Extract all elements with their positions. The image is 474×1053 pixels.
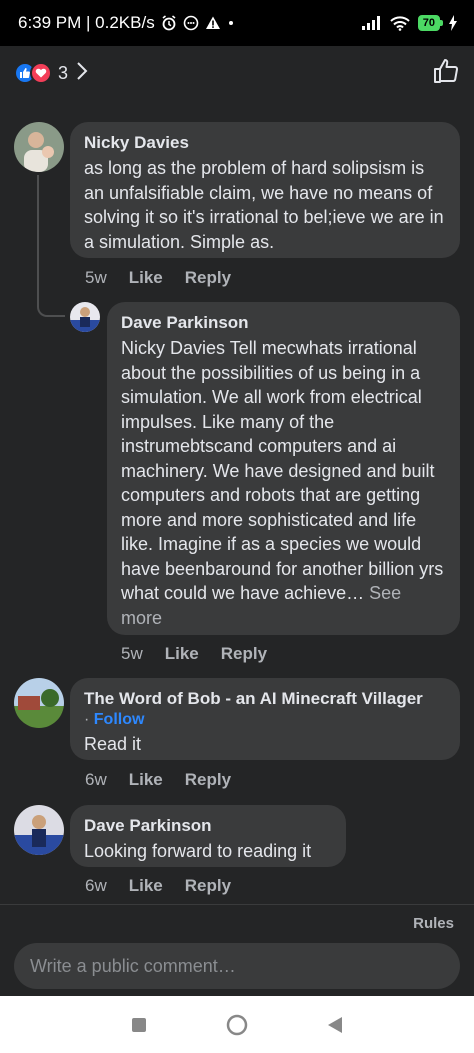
status-bar: 6:39 PM | 0.2KB/s 70 [0, 0, 474, 46]
alarm-icon [161, 15, 177, 31]
follow-separator: · [84, 711, 90, 728]
comment-bubble: Dave Parkinson Looking forward to readin… [70, 805, 346, 867]
back-button[interactable] [315, 1005, 355, 1045]
comment-text-body: Nicky Davies Tell mecwhats irrational ab… [121, 338, 444, 603]
avatar[interactable] [14, 678, 64, 728]
comment-text: as long as the problem of hard solipsism… [84, 158, 444, 252]
comment-actions: 5w Like Reply [85, 268, 231, 288]
reply-button[interactable]: Reply [185, 876, 231, 896]
reply-connector [37, 175, 65, 317]
comment-text: Looking forward to reading it [84, 841, 312, 861]
home-button[interactable] [217, 1005, 257, 1045]
recents-button[interactable] [119, 1005, 159, 1045]
comment-bubble: The Word of Bob - an AI Minecraft Villag… [70, 678, 460, 760]
comment-author[interactable]: Dave Parkinson [84, 815, 332, 837]
divider [0, 904, 474, 905]
avatar[interactable] [14, 805, 64, 855]
comment-input[interactable] [14, 943, 460, 989]
signal-icon [361, 16, 382, 30]
follow-line: · Follow [84, 710, 446, 730]
messenger-icon [183, 15, 199, 31]
comment-actions: 5w Like Reply [121, 644, 267, 664]
like-button[interactable]: Like [129, 268, 163, 288]
comment-time: 6w [85, 770, 107, 789]
system-nav-bar [0, 996, 474, 1053]
comment-author[interactable]: Dave Parkinson [121, 312, 446, 334]
comment-time: 6w [85, 876, 107, 895]
avatar[interactable] [70, 302, 100, 332]
comment-text: Nicky Davies Tell mecwhats irrational ab… [121, 336, 446, 630]
follow-button[interactable]: Follow [94, 711, 145, 728]
avatar[interactable] [14, 122, 64, 172]
like-button[interactable]: Like [165, 644, 199, 664]
comment-author[interactable]: The Word of Bob - an AI Minecraft Villag… [84, 688, 446, 710]
warning-icon [205, 15, 221, 31]
rules-link[interactable]: Rules [413, 915, 454, 932]
comment-time: 5w [121, 644, 143, 663]
like-button[interactable]: Like [129, 770, 163, 790]
reply-button[interactable]: Reply [185, 770, 231, 790]
comment-time: 5w [85, 268, 107, 287]
love-reaction-icon [30, 62, 52, 84]
comment-text: Read it [84, 734, 142, 754]
status-time-speed: 6:39 PM | 0.2KB/s [18, 13, 155, 32]
comment-bubble: Dave Parkinson Nicky Davies Tell mecwhat… [107, 302, 460, 635]
reply-button[interactable]: Reply [221, 644, 267, 664]
like-post-button[interactable] [432, 57, 460, 90]
comment-actions: 6w Like Reply [85, 876, 231, 896]
comment-bubble: Nicky Davies as long as the problem of h… [70, 122, 460, 258]
reaction-count: 3 [58, 62, 69, 83]
reply-button[interactable]: Reply [185, 268, 231, 288]
wifi-icon [390, 15, 410, 31]
battery-indicator: 70 [417, 15, 444, 31]
comment-actions: 6w Like Reply [85, 770, 231, 790]
comment-author[interactable]: Nicky Davies [84, 132, 446, 154]
dot-icon [227, 19, 235, 27]
reactions-summary[interactable]: 3 [14, 61, 88, 86]
chevron-right-icon [76, 61, 88, 86]
post-header: 3 [0, 46, 474, 100]
like-button[interactable]: Like [129, 876, 163, 896]
charging-icon [448, 15, 458, 31]
